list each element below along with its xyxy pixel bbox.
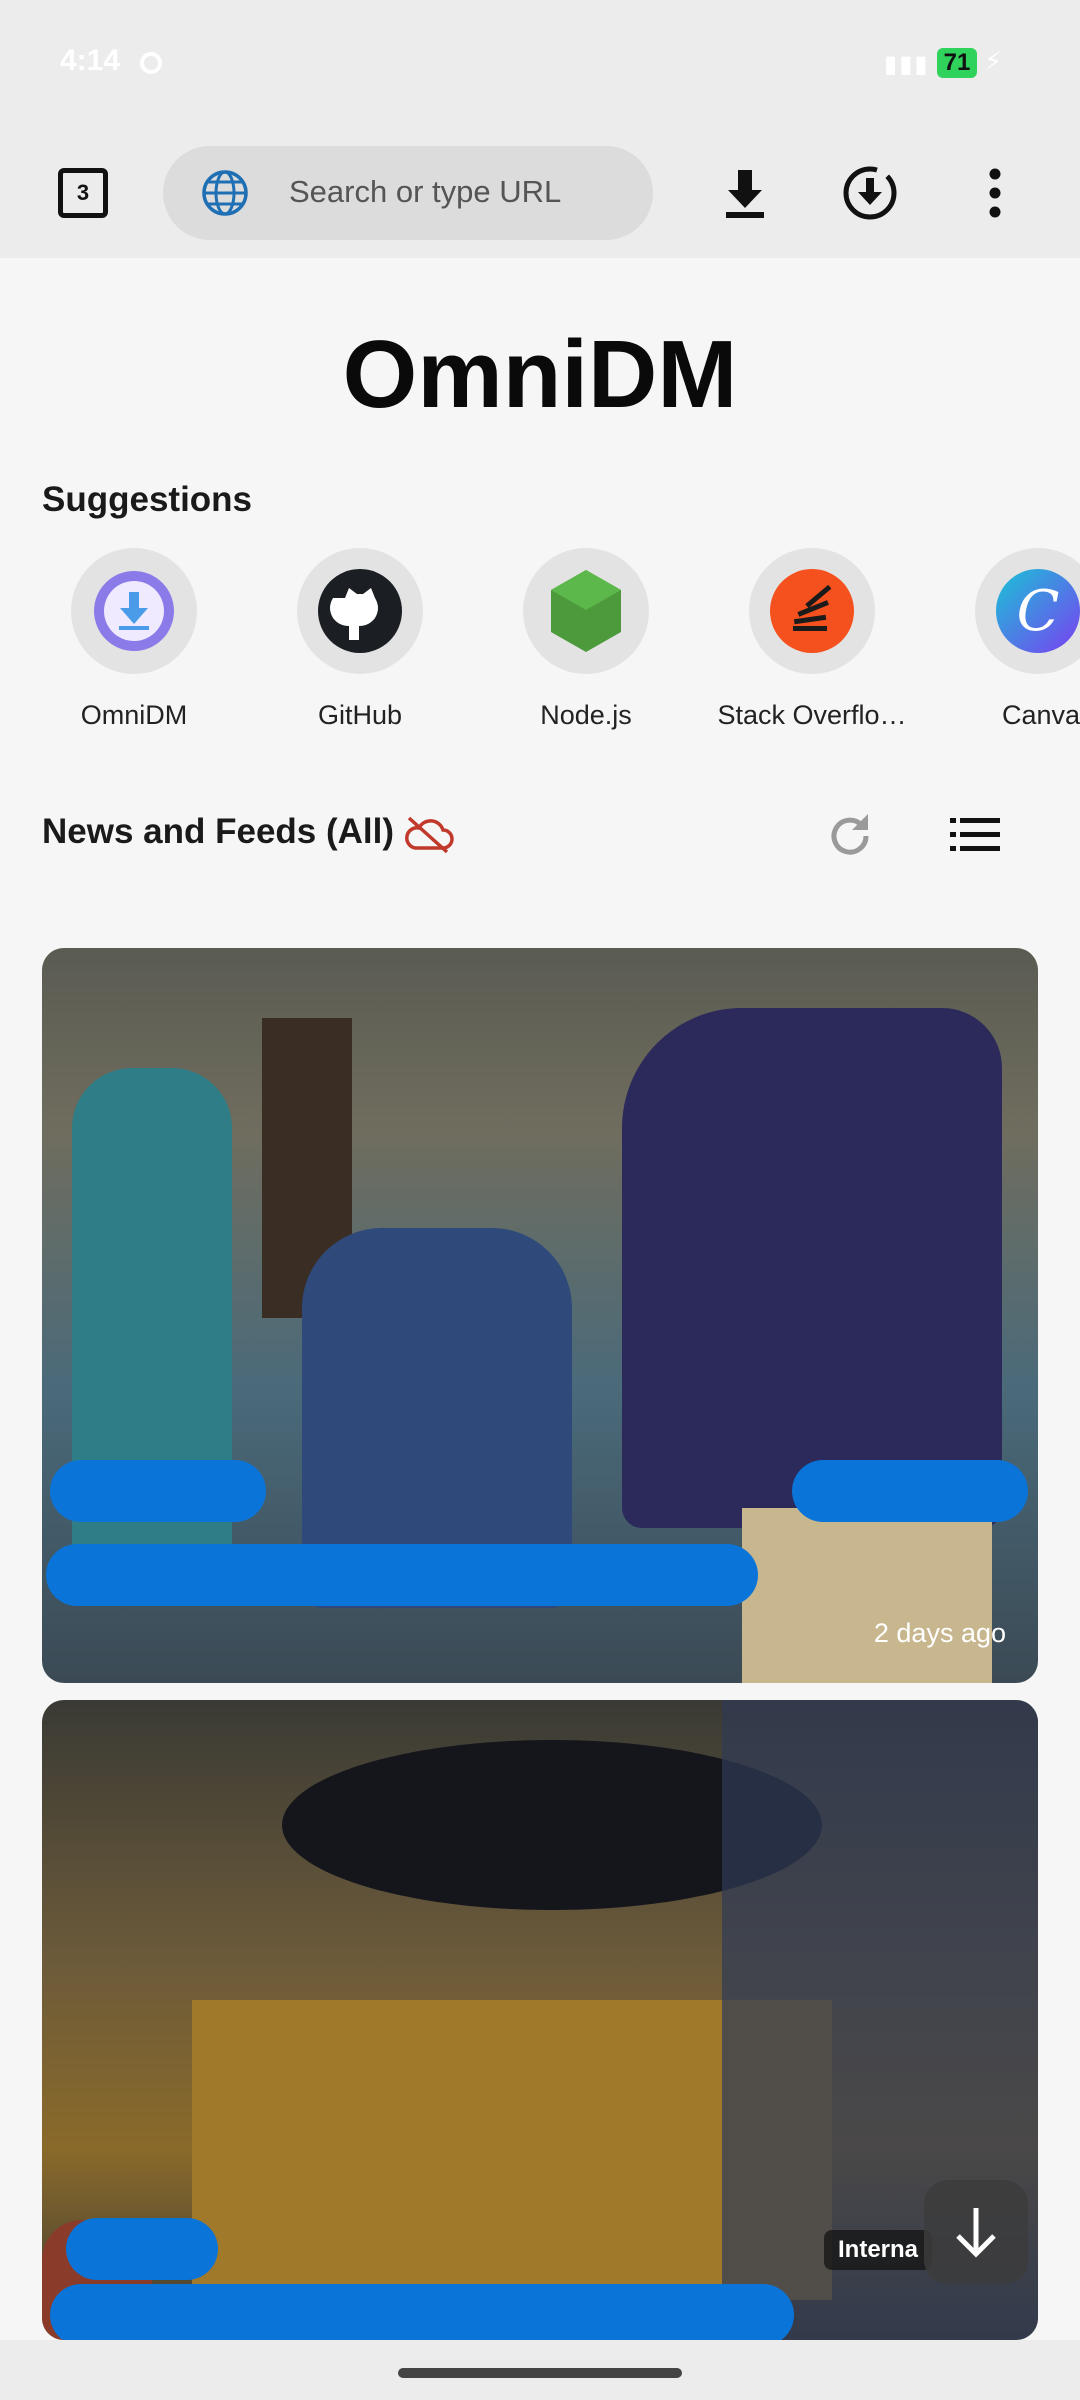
suggestion-nodejs[interactable]: Node.js [476,548,696,731]
redacted-headline [46,1544,758,1606]
suggestion-label: GitHub [317,700,403,730]
redacted-label [66,2218,218,2280]
browser-toolbar: 3 Search or type URL [0,130,1080,258]
app-title: OmniDM [342,321,738,428]
suggestion-stackoverflow[interactable]: Stack Overflo… [702,548,922,731]
suggestion-label: OmniDM [80,700,188,730]
charging-icon: ⚡ [984,46,1003,76]
cloud-off-icon[interactable] [403,814,455,854]
url-bar[interactable]: Search or type URL [163,146,653,240]
signal-icon: ▮▮▮ [884,51,930,78]
news-category: Interna [824,2230,932,2270]
list-view-icon[interactable] [948,810,1004,860]
redacted-label [792,1460,1028,1522]
redacted-headline [50,2284,794,2340]
github-icon [318,569,402,653]
scroll-down-button[interactable] [924,2180,1028,2284]
suggestion-label: Canva [1002,700,1080,730]
refresh-icon[interactable] [822,808,878,864]
redacted-label [50,1460,266,1522]
news-card[interactable]: Interna [42,1700,1038,2340]
news-card[interactable]: 2 days ago [42,948,1038,1683]
suggestion-canva[interactable]: C Canva [928,548,1080,731]
suggestion-label: Node.js [540,700,632,730]
tab-switcher-button[interactable]: 3 [58,168,108,218]
more-menu-icon[interactable] [960,158,1030,228]
svg-text:C: C [1017,579,1060,644]
status-bar: 4:14 ▮▮▮ 71 ⚡ [0,0,1080,130]
battery-icon: 71 [937,48,977,78]
suggestion-omnidm[interactable]: OmniDM [24,548,244,731]
globe-icon [202,170,248,216]
news-time: 2 days ago [873,1618,1006,1648]
omnidm-icon [94,571,174,651]
status-time: 4:14 [60,44,121,77]
suggestion-label: Stack Overflo… [717,700,907,730]
notification-icon [140,52,162,74]
gesture-handle[interactable] [398,2368,682,2378]
url-placeholder: Search or type URL [289,174,562,209]
nodejs-icon [551,570,621,652]
news-feeds-heading: News and Feeds (All) [42,812,395,851]
suggestions-heading: Suggestions [42,480,253,519]
canva-icon: C [996,569,1080,653]
stackoverflow-icon [770,569,854,653]
arrow-down-icon [956,2208,996,2258]
download-icon[interactable] [710,158,780,228]
download-manager-icon[interactable] [835,158,905,228]
suggestion-github[interactable]: GitHub [250,548,470,731]
